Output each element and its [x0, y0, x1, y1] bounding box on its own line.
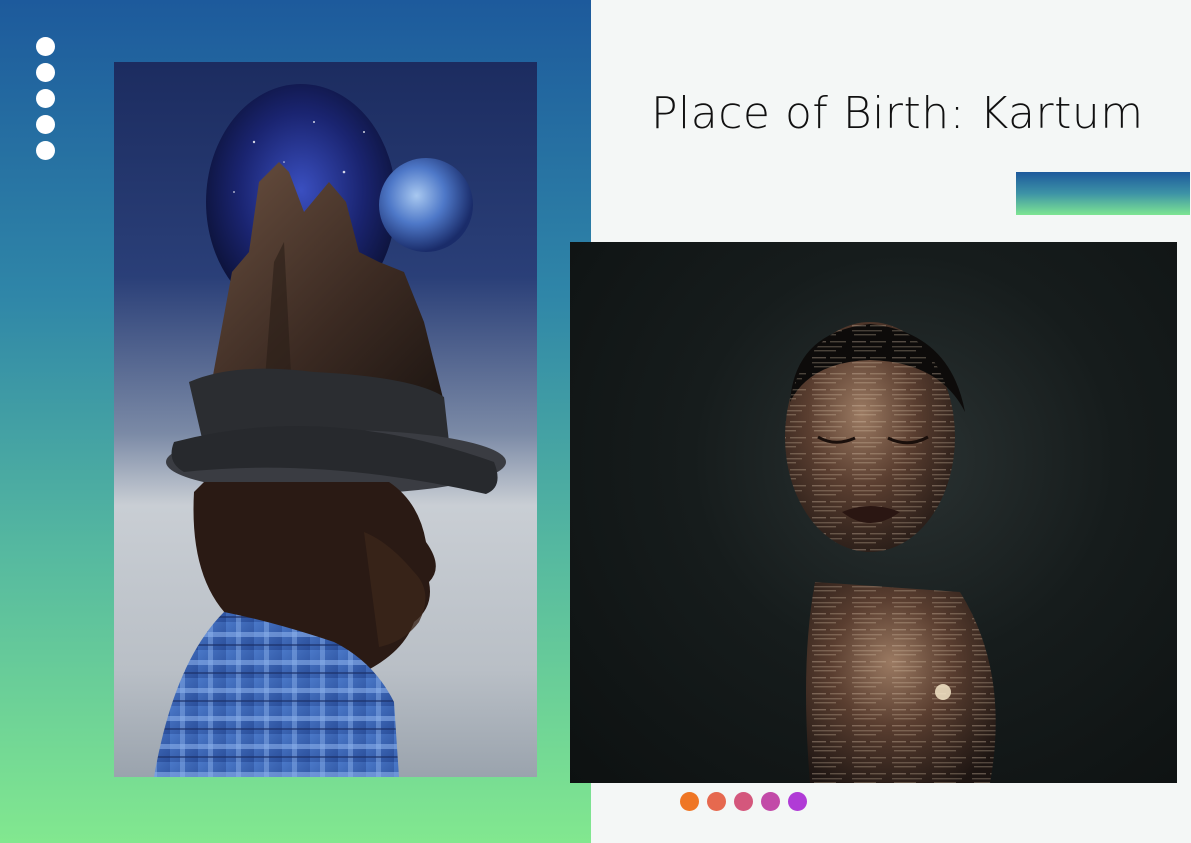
white-dot — [36, 141, 55, 160]
hat-man-photo — [114, 62, 537, 777]
orange-dot — [680, 792, 699, 811]
white-dot — [36, 63, 55, 82]
newspaper-face-illustration — [785, 322, 996, 783]
white-dot — [36, 37, 55, 56]
page-title: Place of Birth: Kartum — [651, 88, 1144, 139]
white-dot — [36, 89, 55, 108]
accent-gradient-bar — [1016, 172, 1190, 215]
white-dot — [36, 115, 55, 134]
magenta-dot — [761, 792, 780, 811]
hat-man-illustration — [154, 84, 506, 777]
white-dot-stack — [36, 37, 56, 160]
pink-dot — [734, 792, 753, 811]
coral-dot — [707, 792, 726, 811]
color-dot-row — [680, 792, 807, 811]
purple-dot — [788, 792, 807, 811]
newspaper-face-photo — [570, 242, 1177, 783]
